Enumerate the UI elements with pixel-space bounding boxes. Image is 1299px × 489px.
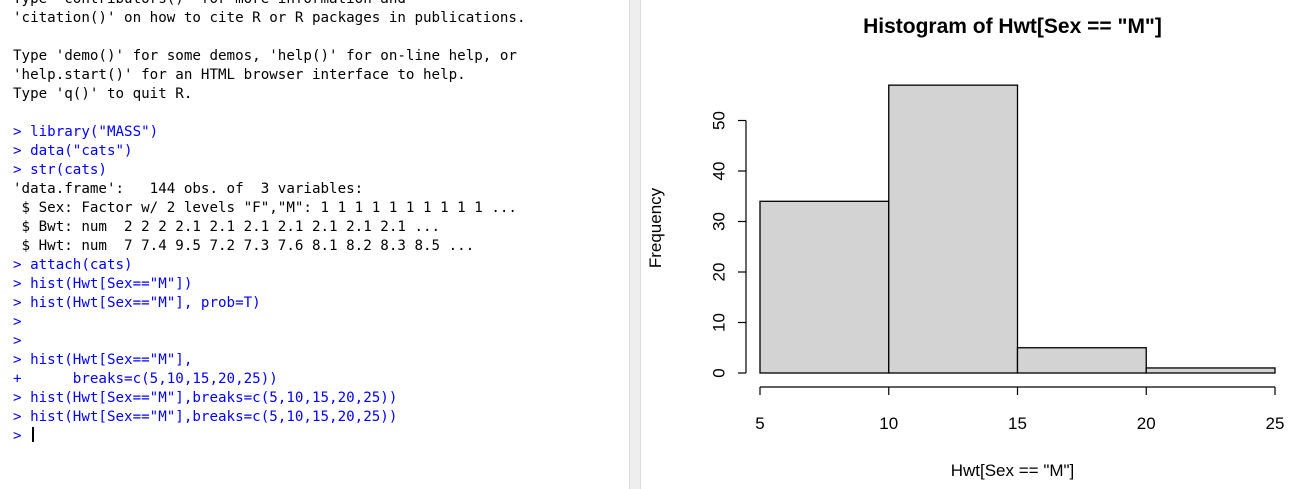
console-output-line: Type 'contributors()' for more informati… <box>13 0 629 9</box>
console-prompt: > <box>13 314 31 330</box>
console-input-line[interactable]: > <box>13 427 629 446</box>
histogram-bar <box>888 84 1019 374</box>
console-command-line: > library("MASS") <box>13 123 629 142</box>
console-output-text: Type 'demo()' for some demos, 'help()' f… <box>13 48 517 64</box>
x-axis-label: Hwt[Sex == "M"] <box>951 461 1075 480</box>
console-output-text: 'help.start()' for an HTML browser inter… <box>13 67 466 83</box>
console-command-line: > <box>13 332 629 351</box>
console-output-line: Type 'q()' to quit R. <box>13 85 629 104</box>
console-prompt: > <box>13 143 31 159</box>
chart-title: Histogram of Hwt[Sex == "M"] <box>863 15 1162 38</box>
y-axis: 0 10 20 30 40 50 <box>709 111 747 378</box>
console-command-line: + breaks=c(5,10,15,20,25)) <box>13 370 629 389</box>
x-tick-label: 15 <box>1008 414 1027 433</box>
console-prompt: > <box>13 390 31 406</box>
console-command-text: hist(Hwt[Sex=="M"]) <box>30 276 193 292</box>
console-command-text: hist(Hwt[Sex=="M"],breaks=c(5,10,15,20,2… <box>30 390 398 406</box>
console-output-text: Type 'contributors()' for more informati… <box>13 0 406 7</box>
console-output: Type 'contributors()' for more informati… <box>0 0 629 446</box>
console-command-text: hist(Hwt[Sex=="M"], <box>30 352 193 368</box>
x-tick-label: 10 <box>879 414 898 433</box>
y-tick-label: 0 <box>709 368 728 377</box>
console-command-line: > hist(Hwt[Sex=="M"],breaks=c(5,10,15,20… <box>13 389 629 408</box>
x-tick-label: 25 <box>1266 414 1285 433</box>
console-output-line: $ Hwt: num 7 7.4 9.5 7.2 7.3 7.6 8.1 8.2… <box>13 237 629 256</box>
console-prompt: > <box>13 409 31 425</box>
console-output-text: Type 'q()' to quit R. <box>13 86 193 102</box>
console-command-line: > str(cats) <box>13 161 629 180</box>
histogram-bar <box>1016 347 1147 374</box>
console-input-prompt: > <box>13 428 31 444</box>
console-command-line: > hist(Hwt[Sex=="M"], <box>13 351 629 370</box>
y-tick-label: 30 <box>709 212 728 231</box>
histogram-bar <box>1145 367 1276 374</box>
r-console[interactable]: Type 'contributors()' for more informati… <box>0 0 629 489</box>
console-command-text: breaks=c(5,10,15,20,25)) <box>30 371 278 387</box>
y-axis-label: Frequency <box>646 187 665 268</box>
plot-pane: Histogram of Hwt[Sex == "M"] Hwt[Sex == … <box>641 0 1299 489</box>
console-command-line: > data("cats") <box>13 142 629 161</box>
console-output-text: $ Hwt: num 7 7.4 9.5 7.2 7.3 7.6 8.1 8.2… <box>13 238 475 254</box>
bars <box>759 84 1276 374</box>
console-output-line: 'citation()' on how to cite R or R packa… <box>13 9 629 28</box>
console-output-line: $ Bwt: num 2 2 2 2.1 2.1 2.1 2.1 2.1 2.1… <box>13 218 629 237</box>
console-command-line: > hist(Hwt[Sex=="M"]) <box>13 275 629 294</box>
console-command-text: data("cats") <box>30 143 133 159</box>
console-command-text: str(cats) <box>30 162 107 178</box>
console-output-line: Type 'demo()' for some demos, 'help()' f… <box>13 47 629 66</box>
console-prompt: > <box>13 257 31 273</box>
console-prompt: > <box>13 333 31 349</box>
console-output-line: 'data.frame': 144 obs. of 3 variables: <box>13 180 629 199</box>
console-prompt: > <box>13 352 31 368</box>
y-tick-label: 40 <box>709 162 728 181</box>
console-command-text: hist(Hwt[Sex=="M"], prob=T) <box>30 295 261 311</box>
y-tick-label: 20 <box>709 263 728 282</box>
text-cursor <box>32 427 35 442</box>
console-prompt: > <box>13 162 31 178</box>
console-prompt: > <box>13 124 31 140</box>
console-command-text: attach(cats) <box>30 257 133 273</box>
x-tick-label: 20 <box>1137 414 1156 433</box>
x-tick-label: 5 <box>755 414 764 433</box>
histogram-bar <box>759 200 890 374</box>
console-output-line: 'help.start()' for an HTML browser inter… <box>13 66 629 85</box>
console-output-line: $ Sex: Factor w/ 2 levels "F","M": 1 1 1… <box>13 199 629 218</box>
console-command-line: > hist(Hwt[Sex=="M"], prob=T) <box>13 294 629 313</box>
console-output-text: 'citation()' on how to cite R or R packa… <box>13 10 526 26</box>
console-output-text: $ Sex: Factor w/ 2 levels "F","M": 1 1 1… <box>13 200 517 216</box>
console-prompt: > <box>13 295 31 311</box>
console-prompt: > <box>13 276 31 292</box>
histogram-chart: Histogram of Hwt[Sex == "M"] Hwt[Sex == … <box>646 15 1285 480</box>
console-command-line: > hist(Hwt[Sex=="M"],breaks=c(5,10,15,20… <box>13 408 629 427</box>
console-command-text: library("MASS") <box>30 124 159 140</box>
console-command-text: hist(Hwt[Sex=="M"],breaks=c(5,10,15,20,2… <box>30 409 398 425</box>
y-tick-label: 50 <box>709 111 728 130</box>
pane-splitter[interactable] <box>629 0 641 489</box>
console-output-text: 'data.frame': 144 obs. of 3 variables: <box>13 181 364 197</box>
console-command-line: > attach(cats) <box>13 256 629 275</box>
console-prompt: + <box>13 371 31 387</box>
y-tick-label: 10 <box>709 313 728 332</box>
console-command-line: > <box>13 313 629 332</box>
console-output-text: $ Bwt: num 2 2 2 2.1 2.1 2.1 2.1 2.1 2.1… <box>13 219 441 235</box>
x-axis: 5 10 15 20 25 <box>755 386 1285 433</box>
